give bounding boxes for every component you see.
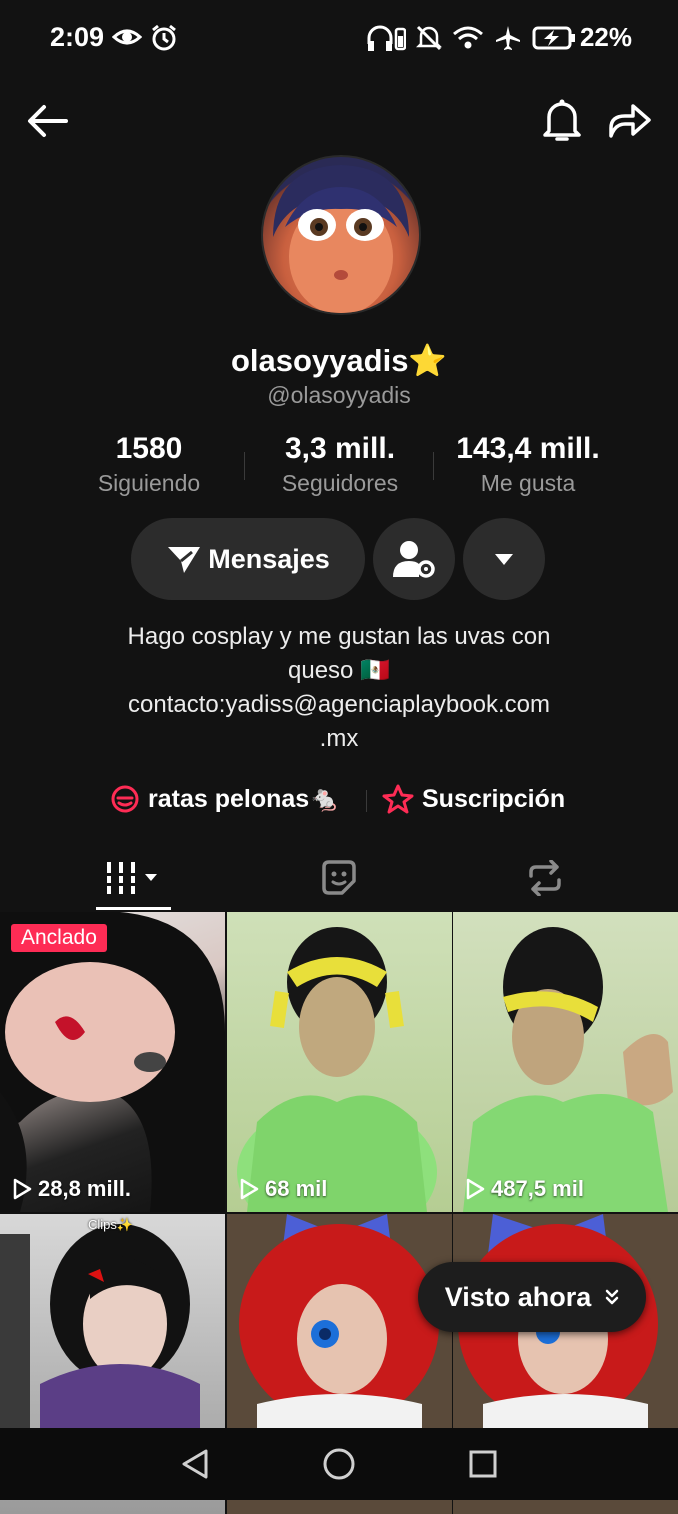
send-icon	[168, 547, 201, 573]
bio-line: contacto:yadiss@agenciaplaybook.com	[128, 691, 550, 718]
video-thumbnail-image	[463, 927, 673, 1212]
play-icon	[466, 1178, 485, 1200]
tab-reposts[interactable]	[432, 845, 658, 911]
video-thumbnail[interactable]: 68 mil	[227, 912, 452, 1212]
system-nav-bar	[0, 1428, 678, 1500]
links-divider	[366, 790, 367, 812]
headphones-battery-icon	[367, 25, 406, 51]
star-badge-icon	[382, 784, 414, 814]
playlist-label: ratas pelonas🐁	[148, 784, 341, 813]
nav-home-icon	[323, 1448, 355, 1480]
sticker-icon	[322, 860, 356, 895]
video-views: 487,5 mil	[465, 1176, 584, 1202]
follow-settings-button[interactable]	[373, 518, 455, 600]
video-thumbnail-image	[237, 927, 437, 1212]
user-settings-icon	[393, 541, 435, 578]
subscription-link[interactable]: Suscripción	[382, 784, 565, 814]
stats-divider	[433, 452, 434, 480]
profile-stats: 1580 Siguiendo 3,3 mill. Seguidores 143,…	[0, 432, 678, 502]
video-thumbnail[interactable]: 487,5 mil	[453, 912, 678, 1212]
video-thumbnail-image	[0, 1224, 200, 1428]
video-views: 68 mil	[239, 1176, 327, 1202]
bell-icon	[543, 99, 581, 141]
status-bar: 2:09 22%	[0, 0, 678, 80]
nav-back-button[interactable]	[170, 1444, 220, 1484]
stat-following-value: 1580	[115, 432, 183, 465]
stat-followers-value: 3,3 mill.	[284, 432, 396, 465]
video-thumbnail-image	[0, 912, 225, 1212]
battery-icon	[532, 26, 575, 50]
nav-recents-icon	[469, 1450, 497, 1478]
bio-line: .mx	[319, 725, 359, 752]
video-views-count: 28,8 mill.	[38, 1176, 131, 1201]
airplane-icon	[496, 26, 520, 50]
playlist-link[interactable]: ratas pelonas🐁	[110, 784, 340, 814]
profile-bio: Hago cosplay y me gustan las uvas con qu…	[60, 620, 618, 756]
profile-actions: Mensajes	[0, 518, 678, 602]
avatar[interactable]	[261, 155, 421, 315]
stats-divider	[244, 452, 245, 480]
profile-username: olasoyyadis⭐	[230, 343, 448, 378]
recently-viewed-label: Visto ahora	[444, 1281, 592, 1312]
bio-line: Hago cosplay y me gustan las uvas con	[127, 623, 551, 650]
nav-back-icon	[182, 1449, 208, 1479]
status-time: 2:09	[50, 22, 105, 52]
pinned-badge: Anclado	[11, 924, 107, 952]
profile-handle: @olasoyyadis	[267, 382, 411, 408]
mute-icon	[416, 25, 442, 51]
double-chevron-down-icon	[606, 1289, 619, 1305]
avatar-image	[273, 165, 409, 313]
suggestions-dropdown-button[interactable]	[463, 518, 545, 600]
video-views-count: 487,5 mil	[491, 1176, 584, 1201]
video-views: 28,8 mill.	[12, 1176, 131, 1202]
caret-down-icon	[495, 554, 513, 565]
share-button[interactable]	[604, 94, 656, 146]
stat-likes-label: Me gusta	[480, 470, 576, 496]
content-tabs	[0, 845, 678, 911]
back-button[interactable]	[22, 96, 72, 146]
clips-overlay: Clips✨	[88, 1217, 134, 1232]
stat-followers-label: Seguidores	[281, 470, 399, 496]
eye-icon	[112, 29, 142, 45]
stat-followers[interactable]: 3,3 mill. Seguidores	[255, 432, 425, 497]
bio-line: queso 🇲🇽	[288, 657, 390, 684]
messages-label: Mensajes	[208, 543, 330, 574]
battery-percent: 22%	[579, 22, 632, 52]
video-views-count: 68 mil	[265, 1176, 328, 1201]
videos-grid-icon	[105, 862, 157, 894]
play-icon	[13, 1178, 32, 1200]
alarm-icon	[152, 24, 176, 51]
recently-viewed-button[interactable]: Visto ahora	[418, 1262, 646, 1332]
subscription-label: Suscripción	[422, 784, 566, 813]
notifications-button[interactable]	[536, 94, 588, 146]
back-arrow-icon	[28, 105, 68, 137]
messages-button[interactable]: Mensajes	[131, 518, 365, 600]
nav-recents-button[interactable]	[458, 1444, 508, 1484]
nav-home-button[interactable]	[314, 1444, 364, 1484]
video-grid: Anclado 28,8 mill. 68 mil 487,5 mil Clip…	[0, 912, 678, 1514]
play-icon	[240, 1178, 259, 1200]
active-tab-indicator	[96, 907, 171, 910]
playlist-icon	[111, 785, 139, 813]
video-thumbnail[interactable]: Anclado 28,8 mill.	[0, 912, 225, 1212]
share-icon	[609, 104, 651, 138]
tab-videos[interactable]	[20, 845, 246, 911]
top-bar	[0, 90, 678, 150]
stat-likes-value: 143,4 mill.	[456, 432, 600, 465]
repost-icon	[529, 860, 561, 896]
stat-likes[interactable]: 143,4 mill. Me gusta	[440, 432, 616, 497]
wifi-icon	[453, 26, 483, 49]
tab-favorites[interactable]	[226, 845, 452, 911]
video-thumbnail-image	[239, 1214, 439, 1428]
profile-links: ratas pelonas🐁 Suscripción	[0, 780, 678, 820]
stat-following[interactable]: 1580 Siguiendo	[74, 432, 224, 497]
stat-following-label: Siguiendo	[97, 470, 201, 496]
